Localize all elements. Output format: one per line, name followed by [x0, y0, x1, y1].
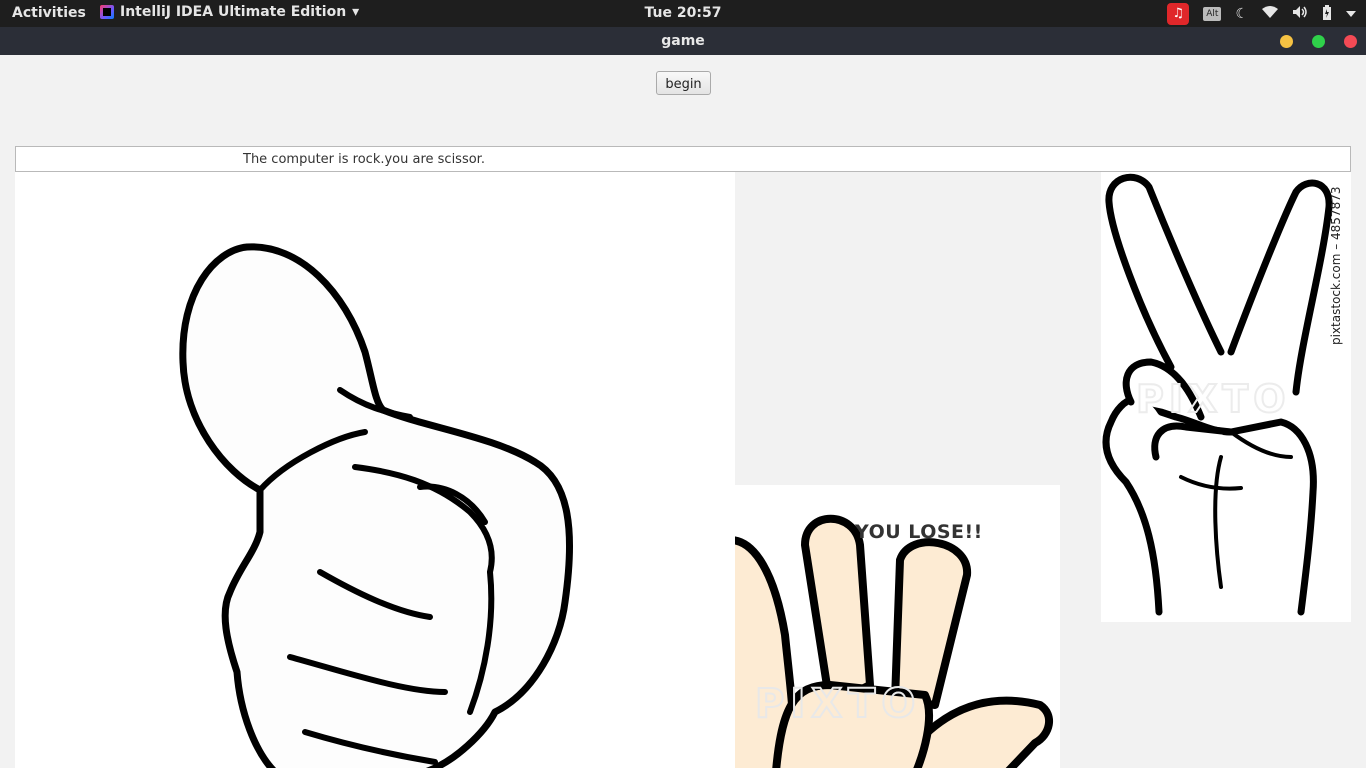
system-tray: ♫ Alt ☾	[1167, 3, 1356, 25]
watermark-text-player: PIXTO	[1136, 377, 1291, 421]
rock-fist-icon	[179, 243, 574, 768]
netease-music-icon[interactable]: ♫	[1167, 3, 1190, 25]
window-title: game	[661, 33, 705, 49]
maximize-button[interactable]	[1312, 35, 1325, 48]
system-menu-icon[interactable]	[1346, 6, 1356, 22]
player-choice-image: PIXTO	[1101, 172, 1351, 622]
begin-button[interactable]: begin	[656, 71, 711, 95]
minimize-button[interactable]	[1280, 35, 1293, 48]
battery-icon[interactable]	[1322, 4, 1332, 24]
stock-credit-text: pixtastock.com – 4857873	[1329, 187, 1343, 345]
computer-choice-image	[15, 172, 735, 768]
system-top-bar: Activities IntelliJ IDEA Ultimate Editio…	[0, 0, 1366, 27]
watermark-text: PIXTO	[755, 681, 921, 727]
keyboard-alt-indicator[interactable]: Alt	[1203, 7, 1222, 21]
clock[interactable]: Tue 20:57	[0, 5, 1366, 21]
window-titlebar: game	[0, 27, 1366, 55]
result-text: YOU LOSE!!	[855, 521, 983, 543]
status-text: The computer is rock.you are scissor.	[243, 152, 485, 167]
wifi-icon[interactable]	[1262, 5, 1278, 23]
stock-credit: pixtastock.com – 4857873	[1319, 180, 1349, 350]
night-mode-icon[interactable]: ☾	[1235, 6, 1248, 22]
volume-icon[interactable]	[1292, 5, 1308, 23]
scissor-v-sign-icon: PIXTO	[1102, 173, 1333, 616]
status-field: The computer is rock.you are scissor.	[15, 146, 1351, 172]
close-button[interactable]	[1344, 35, 1357, 48]
